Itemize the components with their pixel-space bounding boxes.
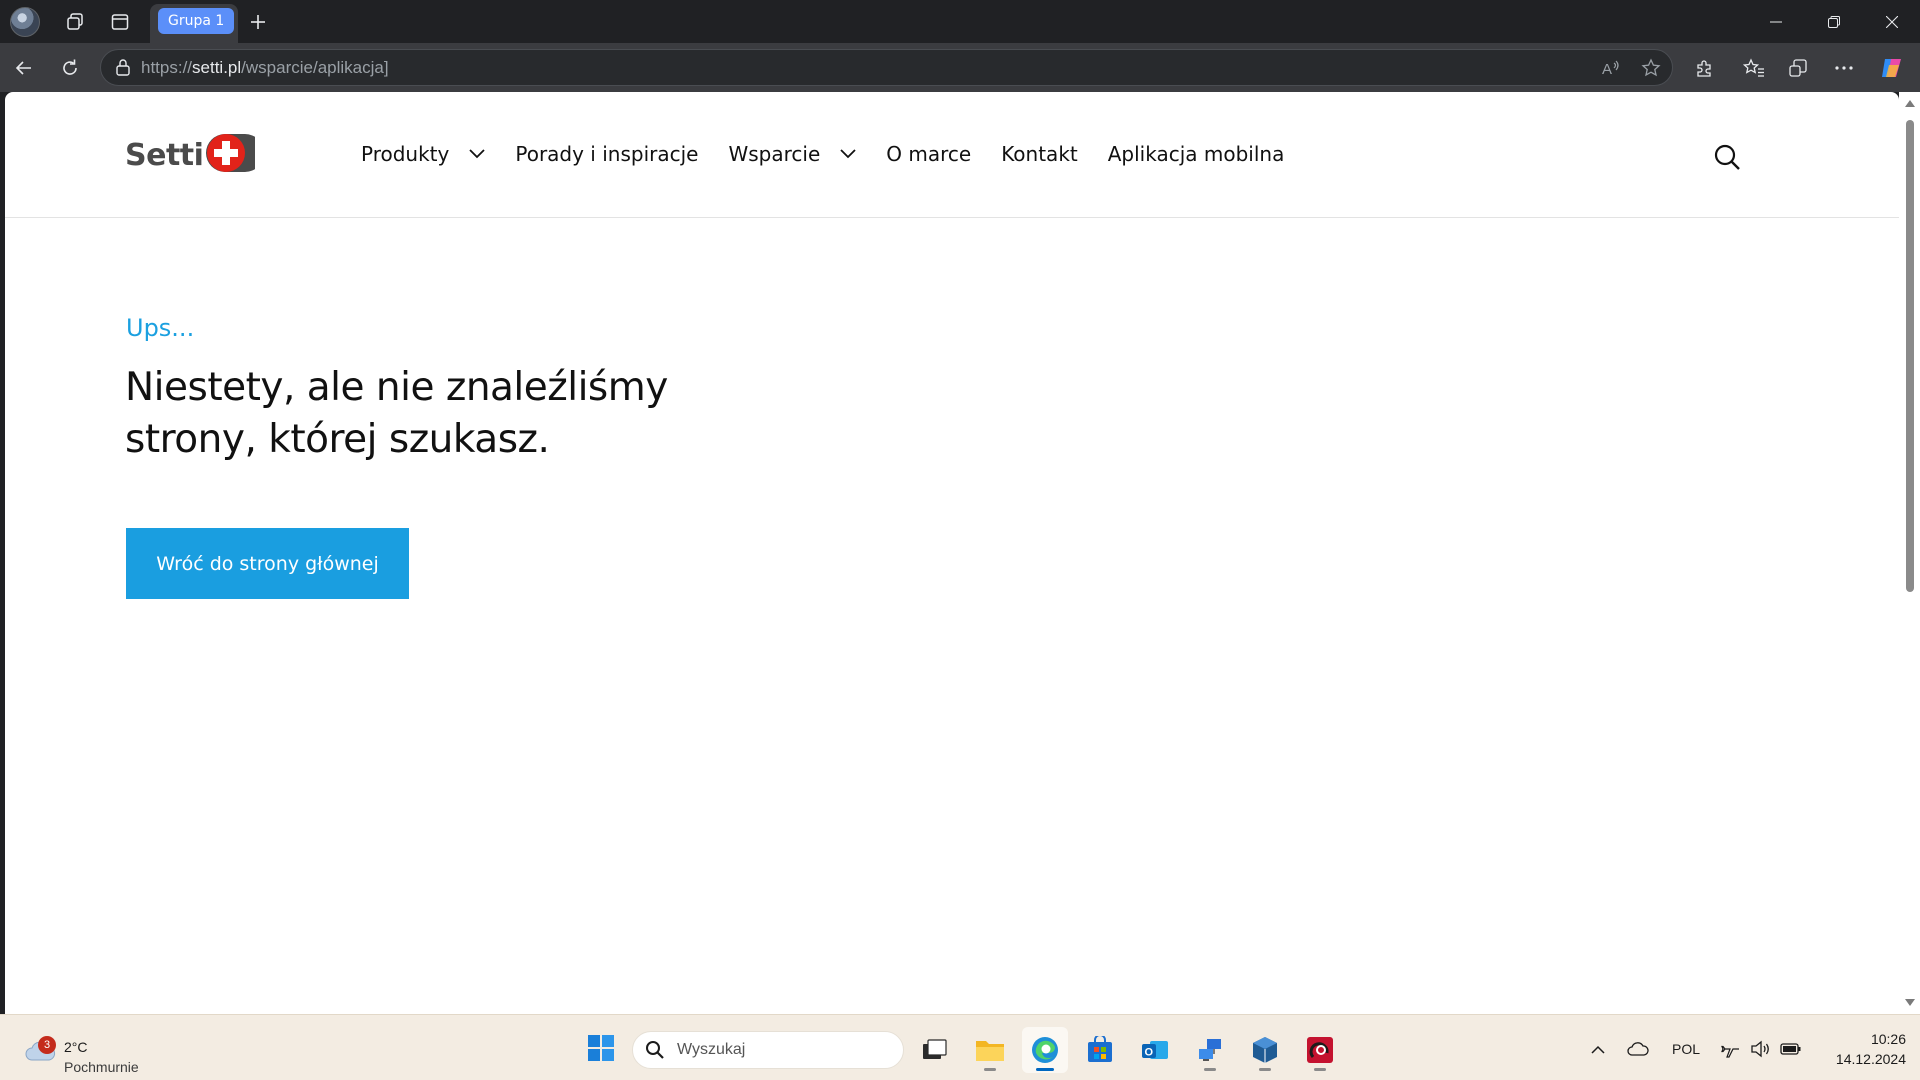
url-text: https://setti.pl/wsparcie/aplikacja] <box>141 50 389 85</box>
task-view-icon[interactable] <box>912 1027 958 1073</box>
nav-item-label: Kontakt <box>1001 142 1078 166</box>
avatar <box>10 6 40 37</box>
tab-group-chip[interactable]: Grupa 1 <box>158 8 235 34</box>
nav-item-wsparcie[interactable]: Wsparcie <box>728 142 856 166</box>
scroll-up-arrow-icon[interactable] <box>1905 100 1915 107</box>
svg-text:A: A <box>1602 61 1612 77</box>
airplane-mode-icon[interactable] <box>1718 1029 1744 1069</box>
restore-button[interactable] <box>1805 0 1863 43</box>
nav-item-label: Produkty <box>361 142 450 166</box>
show-hidden-icons-chevron-up-icon[interactable] <box>1588 1029 1608 1069</box>
nav-item-label: Aplikacja mobilna <box>1107 142 1285 166</box>
new-tab-button[interactable] <box>241 0 275 43</box>
running-indicator <box>1314 1068 1326 1071</box>
favorite-star-icon[interactable] <box>1631 50 1671 85</box>
nav-item-produkty[interactable]: Produkty <box>361 142 485 166</box>
taskbar-search[interactable]: Wyszukaj <box>632 1031 904 1069</box>
clock-date: 14.12.2024 <box>1835 1051 1906 1067</box>
more-menu-icon[interactable] <box>1822 43 1866 92</box>
minimize-button[interactable] <box>1747 0 1805 43</box>
system-clock[interactable]: 10:26 14.12.2024 <box>1806 1029 1906 1069</box>
read-aloud-icon[interactable]: A <box>1591 50 1631 85</box>
site-search-icon[interactable] <box>1710 140 1744 174</box>
error-headline-line1: Niestety, ale nie znaleźliśmy <box>125 365 668 410</box>
profile-button[interactable] <box>8 0 42 43</box>
language-indicator[interactable]: POL <box>1668 1029 1704 1069</box>
weather-condition: Pochmurnie <box>64 1059 139 1075</box>
browser-toolbar: https://setti.pl/wsparcie/aplikacja] A <box>0 43 1920 92</box>
logo-text: Setti <box>125 137 204 173</box>
windows-taskbar: 3 2°C Pochmurnie Wyszukaj O POL 10:26 14… <box>0 1014 1920 1080</box>
reload-button[interactable] <box>48 43 92 92</box>
url-prefix: https:// <box>141 58 193 77</box>
close-window-button[interactable] <box>1863 0 1920 43</box>
svg-text:O: O <box>1145 1047 1154 1059</box>
windows-logo-icon <box>588 1035 614 1061</box>
file-explorer-icon[interactable] <box>967 1027 1013 1073</box>
nav-item-kontakt[interactable]: Kontakt <box>1001 142 1078 166</box>
browser-titlebar: Grupa 1 <box>0 0 1920 43</box>
site-header: Setti Produkty Porady i inspiracje Wspar… <box>5 92 1899 218</box>
nav-item-label: Porady i inspiracje <box>515 142 699 166</box>
microsoft-store-icon[interactable] <box>1077 1027 1123 1073</box>
address-bar[interactable]: https://setti.pl/wsparcie/aplikacja] A <box>100 49 1673 86</box>
nav-item-aplikacja-mobilna[interactable]: Aplikacja mobilna <box>1108 142 1285 166</box>
collections-icon[interactable] <box>1776 43 1820 92</box>
outlook-icon[interactable]: O <box>1132 1027 1178 1073</box>
network-tool-icon[interactable] <box>1187 1027 1233 1073</box>
logo-plus-icon <box>205 132 265 178</box>
running-indicator <box>1259 1068 1271 1071</box>
weather-temp: 2°C <box>64 1039 88 1055</box>
extensions-icon[interactable] <box>1682 43 1726 92</box>
chevron-down-icon[interactable] <box>469 149 485 159</box>
main-nav: Produkty Porady i inspiracje Wsparcie O … <box>361 134 1314 174</box>
error-headline-line2: strony, której szukasz. <box>125 417 550 462</box>
running-indicator <box>984 1068 996 1071</box>
back-to-home-button[interactable]: Wróć do strony głównej <box>126 528 409 599</box>
error-kicker: Ups... <box>126 314 195 342</box>
volume-icon[interactable] <box>1748 1029 1774 1069</box>
chevron-down-icon[interactable] <box>840 149 856 159</box>
onedrive-cloud-icon[interactable] <box>1624 1029 1652 1069</box>
start-button[interactable] <box>580 1027 622 1069</box>
page-viewport: Setti Produkty Porady i inspiracje Wspar… <box>5 92 1899 1014</box>
back-button[interactable] <box>2 43 46 92</box>
nav-item-label: O marce <box>886 142 972 166</box>
favorites-icon[interactable] <box>1732 43 1776 92</box>
clock-time: 10:26 <box>1870 1031 1906 1047</box>
error-headline: Niestety, ale nie znaleźliśmy strony, kt… <box>125 362 825 466</box>
workspaces-icon[interactable] <box>58 0 92 43</box>
search-placeholder: Wyszukaj <box>677 1041 746 1058</box>
battery-icon[interactable] <box>1778 1029 1804 1069</box>
copilot-icon[interactable] <box>1870 43 1914 92</box>
nav-item-porady[interactable]: Porady i inspiracje <box>515 142 698 166</box>
nav-item-o-marce[interactable]: O marce <box>886 142 971 166</box>
lock-icon[interactable] <box>115 58 131 80</box>
scroll-down-arrow-icon[interactable] <box>1905 999 1915 1006</box>
scrollbar-thumb[interactable] <box>1906 120 1914 592</box>
weather-widget[interactable]: 3 2°C Pochmurnie <box>22 1023 162 1075</box>
site-logo[interactable]: Setti <box>125 132 283 178</box>
nav-item-label: Wsparcie <box>728 142 821 166</box>
vertical-tabs-icon[interactable] <box>103 0 137 43</box>
url-host: setti.pl <box>192 58 242 77</box>
running-indicator <box>1204 1068 1216 1071</box>
page-scrollbar[interactable] <box>1899 92 1920 1014</box>
virtualbox-icon[interactable] <box>1242 1027 1288 1073</box>
weather-alert-badge: 3 <box>38 1036 56 1054</box>
edge-browser-icon[interactable] <box>1022 1027 1068 1073</box>
url-path: /wsparcie/aplikacja] <box>241 58 389 77</box>
active-indicator <box>1036 1068 1054 1071</box>
red-app-icon[interactable] <box>1297 1027 1343 1073</box>
search-icon <box>645 1040 665 1064</box>
